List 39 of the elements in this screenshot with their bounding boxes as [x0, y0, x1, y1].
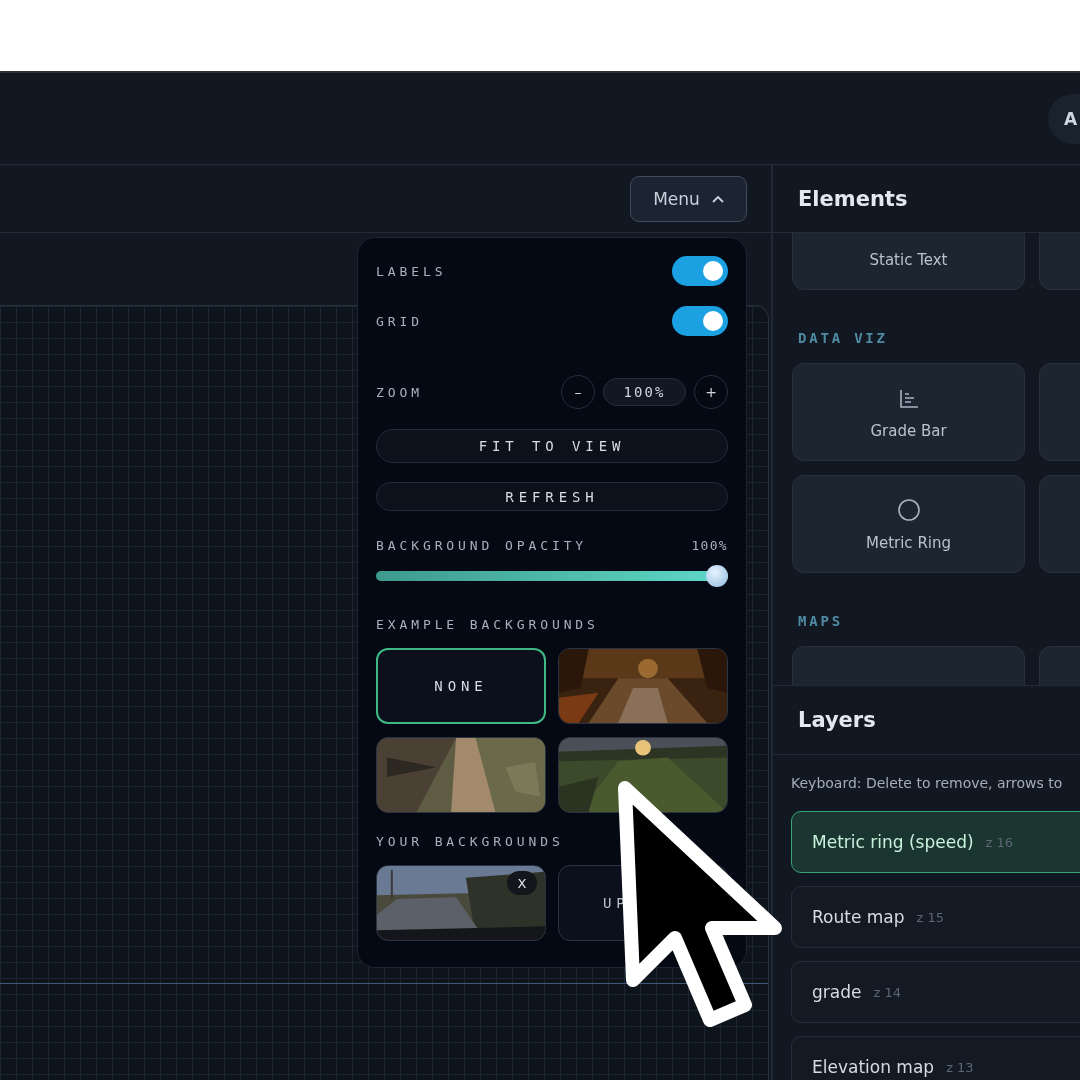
- section-title: YOUR BACKGROUNDS: [376, 834, 565, 850]
- layer-name: Elevation map: [812, 1057, 935, 1077]
- toggle-label: LABELS: [376, 263, 447, 279]
- element-card[interactable]: Grade Bar: [792, 363, 1025, 461]
- menu-action-button[interactable]: FIT TO VIEW: [376, 429, 728, 463]
- z-index-label: z 15: [916, 909, 945, 925]
- toggle-switch[interactable]: [672, 306, 728, 336]
- z-index-label: z 16: [985, 834, 1014, 850]
- section-title: DATA VIZ: [798, 330, 889, 348]
- panel-title: Elements: [798, 186, 908, 211]
- menu-action-button[interactable]: REFRESH: [376, 482, 728, 511]
- menu-button[interactable]: Menu: [630, 175, 747, 222]
- zoom-value: 100%: [603, 378, 686, 406]
- caret-icon: [711, 194, 724, 203]
- layer-row[interactable]: Route map z 15: [791, 886, 1080, 948]
- circle-icon: [896, 498, 921, 522]
- panel-title: Layers: [798, 708, 876, 732]
- element-card[interactable]: Static Text: [792, 233, 1025, 290]
- z-index-label: z 14: [873, 984, 901, 1000]
- layer-name: grade: [812, 982, 862, 1002]
- section-title: EXAMPLE BACKGROUNDS: [376, 617, 600, 633]
- bar-chart-icon: [897, 388, 920, 410]
- layer-row[interactable]: Metric ring (speed) z 16: [791, 811, 1080, 873]
- opacity-slider[interactable]: [376, 565, 728, 587]
- layer-row[interactable]: Elevation map z 13: [791, 1036, 1080, 1080]
- opacity-label: BACKGROUND OPACITY: [376, 537, 588, 553]
- account-button[interactable]: A: [1048, 93, 1080, 144]
- z-index-label: z 13: [946, 1059, 974, 1075]
- layer-name: Route map: [812, 907, 905, 927]
- section-title: MAPS: [798, 613, 844, 631]
- toggle-switch[interactable]: [672, 256, 728, 286]
- zoom-label: ZOOM: [376, 384, 423, 400]
- opacity-value: 100%: [691, 537, 728, 553]
- layer-name: Metric ring (speed): [812, 832, 974, 852]
- background-option[interactable]: NONE: [376, 648, 546, 724]
- keyboard-hint: Keyboard: Delete to remove, arrows to: [790, 774, 1064, 791]
- element-card[interactable]: Metric Ring: [792, 475, 1025, 573]
- layer-row[interactable]: grade z 14: [791, 961, 1080, 1023]
- toggle-label: GRID: [376, 313, 423, 329]
